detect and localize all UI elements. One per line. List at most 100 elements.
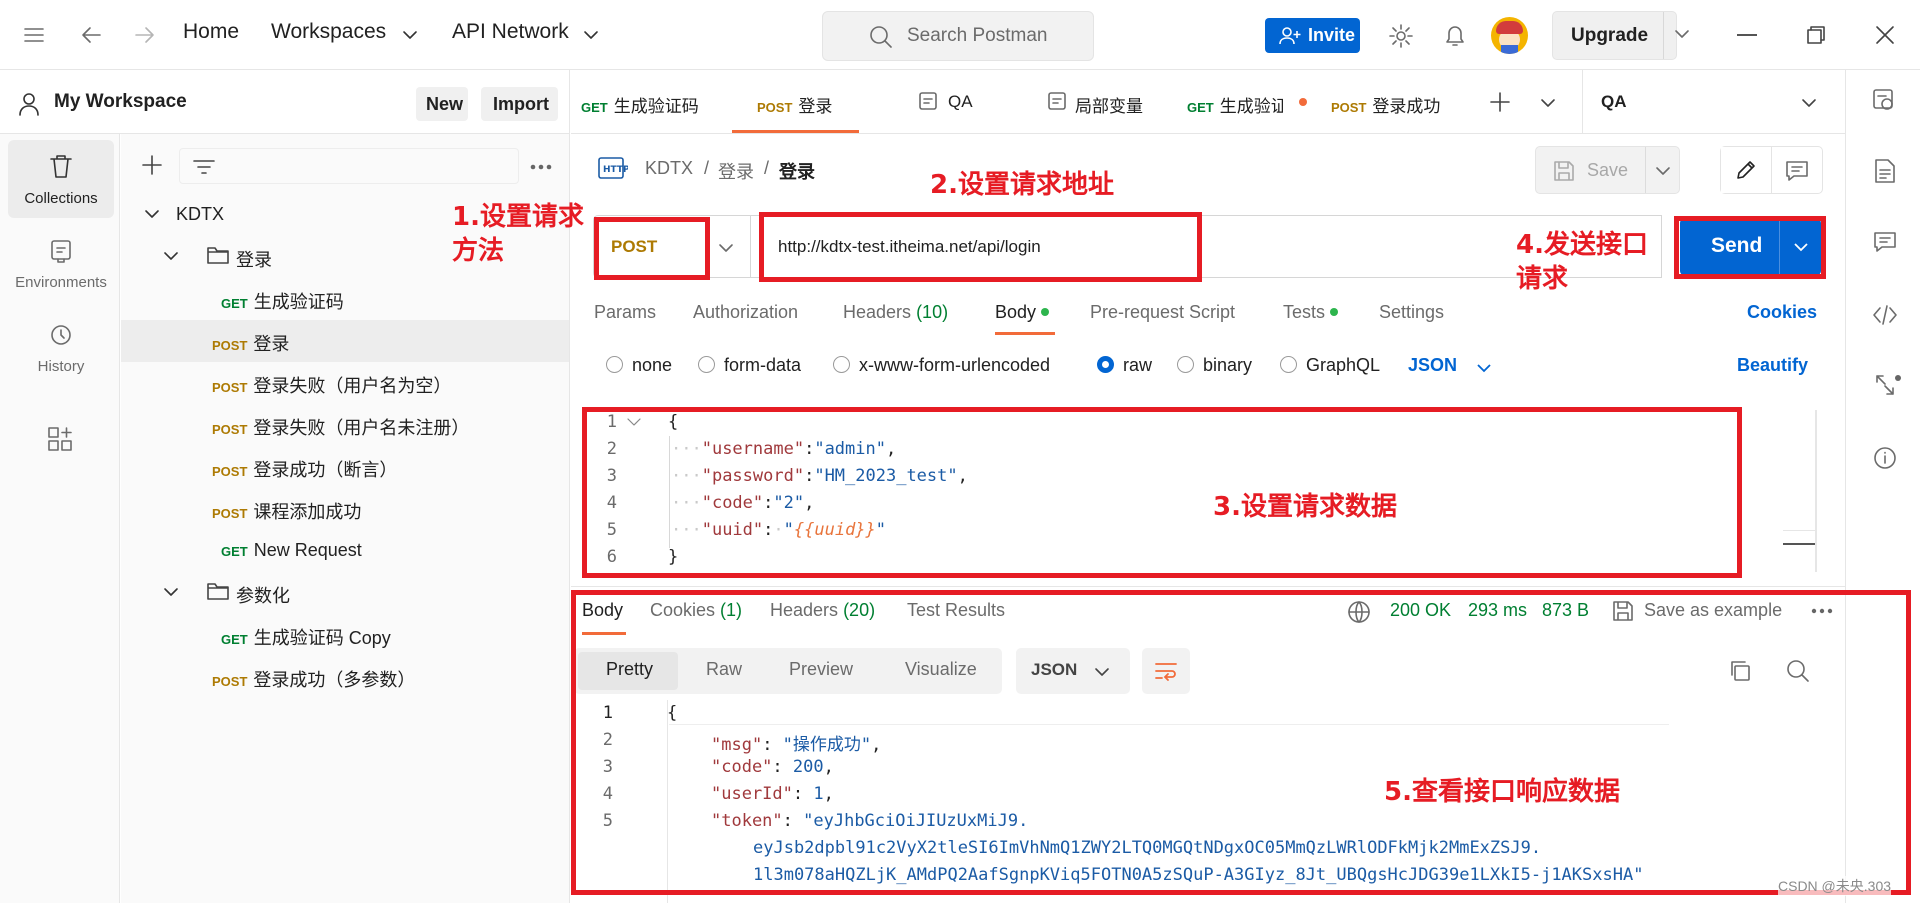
chevron-down-icon[interactable]: [402, 29, 418, 41]
tab-post-login[interactable]: POST 登录: [757, 92, 832, 117]
radio-label: raw: [1123, 355, 1153, 375]
tab-pre-request-script[interactable]: Pre-request Script: [1090, 302, 1235, 323]
rail-label: History: [37, 358, 85, 375]
status-dot: [1041, 308, 1050, 316]
radio-graphql[interactable]: GraphQL: [1280, 355, 1380, 376]
forward-arrow-icon[interactable]: [134, 24, 156, 46]
collection-name[interactable]: KDTX: [176, 204, 224, 225]
tree-item[interactable]: GET 生成验证码 Copy: [221, 624, 391, 650]
tree-item[interactable]: POST 登录失败（用户名未注册）: [212, 414, 469, 440]
chevron-down-icon[interactable]: [1476, 362, 1492, 374]
cookies-link[interactable]: Cookies: [1747, 302, 1817, 323]
radio-none[interactable]: none: [606, 355, 672, 376]
filter-input[interactable]: [179, 148, 519, 184]
radio-urlencoded[interactable]: x-www-form-urlencoded: [833, 355, 1050, 376]
documentation-icon[interactable]: [1874, 158, 1896, 184]
comment-mode-icon[interactable]: [1785, 160, 1809, 182]
tab-authorization[interactable]: Authorization: [693, 302, 798, 323]
request-name: 登录失败（用户名未注册）: [253, 418, 470, 438]
tab-get-captcha[interactable]: GET 生成验证码: [581, 92, 699, 117]
tab-params[interactable]: Params: [594, 302, 656, 323]
invite-label: Invite: [1308, 25, 1356, 45]
scrollbar-track: [1815, 410, 1817, 572]
tab-headers[interactable]: Headers (10): [843, 302, 948, 323]
rail-label: Collections: [24, 190, 98, 207]
tree-item[interactable]: GET New Request: [221, 540, 362, 561]
bell-icon[interactable]: [1443, 23, 1467, 49]
nav-api-network[interactable]: API Network: [452, 20, 569, 44]
chevron-down-icon[interactable]: [144, 208, 160, 220]
comments-icon[interactable]: [1873, 230, 1897, 254]
edit-mode-button[interactable]: [1721, 147, 1772, 193]
invite-button[interactable]: Invite: [1265, 18, 1360, 53]
tab-local-variables[interactable]: 局部变量: [1075, 92, 1143, 117]
rail-label: Environments: [15, 274, 107, 291]
chevron-down-icon[interactable]: [163, 586, 179, 598]
menu-icon[interactable]: [23, 25, 45, 45]
plus-icon[interactable]: [141, 154, 163, 176]
tab-body[interactable]: Body: [995, 302, 1050, 323]
annotation-5: 5.查看接口响应数据: [1384, 777, 1620, 807]
plus-icon[interactable]: [1489, 91, 1511, 113]
folder-icon: [207, 581, 229, 601]
more-options-icon[interactable]: [529, 163, 553, 171]
tab-tests[interactable]: Tests: [1283, 302, 1339, 323]
close-icon[interactable]: [1875, 25, 1895, 45]
breadcrumb-folder[interactable]: 登录: [718, 158, 754, 184]
page-title: 登录: [779, 162, 815, 182]
body-format-select[interactable]: JSON: [1408, 355, 1457, 376]
restore-icon[interactable]: [1806, 25, 1826, 45]
folder-name[interactable]: 登录: [236, 246, 272, 272]
environment-quicklook-icon[interactable]: [1872, 88, 1896, 114]
nav-home[interactable]: Home: [183, 20, 239, 44]
radio-form-data[interactable]: form-data: [698, 355, 801, 376]
back-arrow-icon[interactable]: [80, 24, 102, 46]
tree-item[interactable]: POST 登录成功（断言）: [212, 456, 397, 482]
rail-environments[interactable]: Environments: [8, 224, 114, 302]
request-name: 登录成功（多参数）: [253, 670, 416, 690]
environment-selector[interactable]: QA: [1583, 70, 1845, 134]
apps-grid-icon[interactable]: [47, 426, 73, 452]
tree-item[interactable]: POST 课程添加成功: [212, 498, 361, 524]
folder-name[interactable]: 参数化: [236, 582, 290, 608]
tree-item[interactable]: GET 生成验证码: [221, 288, 344, 314]
code-icon[interactable]: [1872, 304, 1898, 326]
chevron-down-icon[interactable]: [163, 250, 179, 262]
tab-label: Tests: [1283, 302, 1326, 322]
radio-circle: [698, 356, 715, 373]
tree-item[interactable]: POST 登录: [212, 330, 289, 356]
history-icon: [49, 322, 73, 348]
beautify-link[interactable]: Beautify: [1737, 355, 1808, 376]
import-button[interactable]: Import: [481, 87, 558, 121]
tab-label: Body: [995, 302, 1037, 322]
nav-workspaces[interactable]: Workspaces: [271, 20, 386, 44]
annotation-box-url: [759, 212, 1202, 282]
radio-raw[interactable]: raw: [1097, 355, 1152, 376]
search-input[interactable]: Search Postman: [822, 11, 1094, 61]
tab-settings[interactable]: Settings: [1379, 302, 1444, 323]
related-collections-icon[interactable]: [1873, 372, 1903, 400]
gear-icon[interactable]: [1388, 23, 1414, 49]
upgrade-button[interactable]: Upgrade: [1552, 11, 1677, 60]
avatar[interactable]: [1491, 17, 1528, 54]
breadcrumb-collection[interactable]: KDTX: [645, 158, 693, 179]
new-button[interactable]: New: [416, 87, 468, 121]
selected-row: [121, 320, 569, 362]
rail-collections[interactable]: Collections: [8, 140, 114, 218]
chevron-down-icon[interactable]: [1540, 97, 1556, 109]
scroll-indicator: [1783, 543, 1815, 545]
chevron-down-icon[interactable]: [1674, 28, 1690, 40]
save-button[interactable]: Save: [1535, 146, 1680, 194]
tree-item[interactable]: POST 登录成功（多参数）: [212, 666, 415, 692]
tree-item[interactable]: POST 登录失败（用户名为空）: [212, 372, 451, 398]
tab-post-login-success[interactable]: POST 登录成功: [1331, 92, 1440, 117]
rail-history[interactable]: History: [8, 308, 114, 386]
radio-binary[interactable]: binary: [1177, 355, 1252, 376]
minimize-icon[interactable]: [1737, 34, 1757, 36]
info-icon[interactable]: [1873, 446, 1897, 470]
tab-qa[interactable]: QA: [948, 92, 973, 112]
tab-get-captcha-2[interactable]: GET 生成验证码: [1187, 92, 1283, 117]
tab-label: Headers: [843, 302, 912, 322]
chevron-down-icon[interactable]: [583, 29, 599, 41]
add-user-icon: [1279, 27, 1301, 45]
